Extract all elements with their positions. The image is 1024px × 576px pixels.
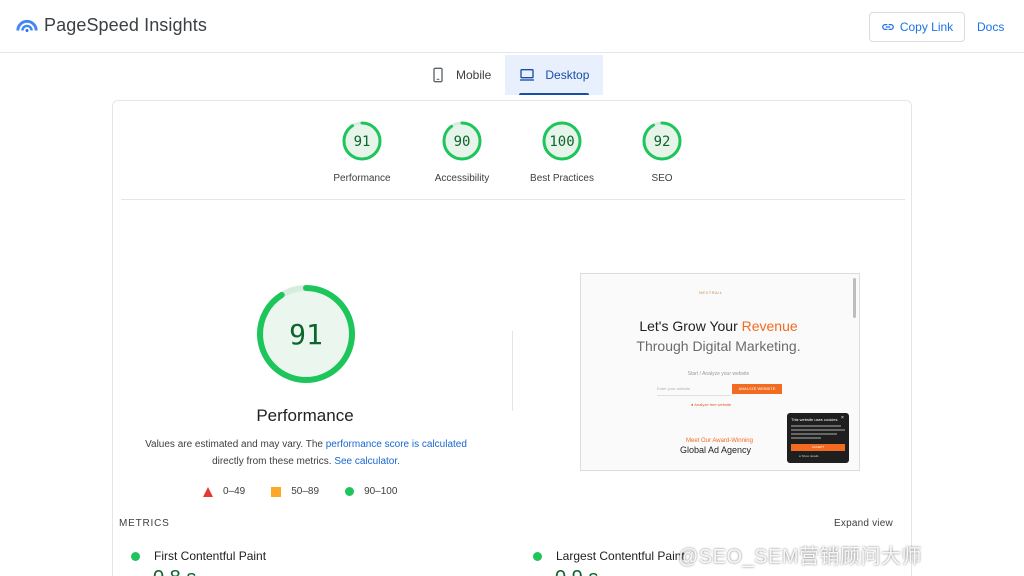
tab-desktop[interactable]: Desktop: [505, 55, 604, 95]
metric-value: 0.8 s: [153, 567, 196, 576]
metric-label: Largest Contentful Paint: [556, 549, 685, 563]
gauge-label: Performance: [333, 173, 391, 184]
pass-circle-icon: [533, 551, 542, 561]
legend-pass: 90–100: [345, 486, 397, 497]
cookie-accept: ACCEPT: [791, 444, 845, 451]
brand[interactable]: PageSpeed Insights: [16, 14, 207, 36]
metric-label: First Contentful Paint: [154, 549, 267, 563]
copy-link-button[interactable]: Copy Link: [869, 12, 965, 42]
site-button: ANALYZE WEBSITE: [732, 384, 782, 394]
score-legend: 0–49 50–89 90–100: [203, 486, 423, 497]
gauge-performance[interactable]: 91 Performance: [312, 120, 412, 184]
gauge-score: 92: [654, 134, 671, 150]
legend-label: 50–89: [291, 486, 320, 497]
cookie-text-line: [791, 437, 821, 439]
site-logo: NEXTRAIL: [699, 290, 723, 295]
performance-title: Performance: [256, 406, 354, 425]
performance-note: Values are estimated and may vary. The p…: [141, 436, 471, 470]
close-icon: ×: [841, 415, 844, 421]
device-tabs: Mobile Desktop: [416, 55, 604, 95]
see-calculator-link[interactable]: See calculator.: [334, 456, 400, 467]
divider: [512, 331, 513, 411]
square-icon: [271, 486, 282, 497]
screenshot-scrollbar: [853, 278, 856, 318]
gauge-accessibility[interactable]: 90 Accessibility: [412, 120, 512, 184]
cookie-banner: This website uses cookies × ACCEPT ● Sho…: [787, 413, 849, 463]
legend-label: 0–49: [223, 486, 246, 497]
gauge-score: 90: [454, 134, 471, 150]
metric-lcp[interactable]: Largest Contentful Paint: [533, 549, 685, 563]
score-ring-icon: 92: [642, 121, 682, 161]
legend-label: 90–100: [364, 486, 398, 497]
legend-fail: 0–49: [203, 486, 245, 497]
tab-mobile-label: Mobile: [456, 68, 492, 82]
note-text: Values are estimated and may vary. The: [145, 439, 326, 450]
tab-mobile[interactable]: Mobile: [416, 55, 505, 95]
page-screenshot[interactable]: NEXTRAIL Let's Grow Your Revenue Through…: [580, 273, 860, 471]
cookie-details: ● Show details: [799, 454, 819, 458]
performance-score: 91: [289, 318, 323, 351]
report-card: 91 Performance 90 Accessibility 100 Best…: [112, 100, 912, 576]
smartphone-icon: [433, 67, 443, 83]
site-tag: Meet Our Award-Winning: [686, 438, 753, 444]
cookie-text-line: [791, 425, 841, 427]
headline-accent: Revenue: [741, 318, 798, 334]
score-calculated-link[interactable]: performance score is calculated: [326, 439, 467, 450]
site-small-link: ● Analyze free website: [691, 402, 732, 407]
legend-average: 50–89: [271, 486, 319, 497]
metric-value: 0.9 s: [555, 567, 598, 576]
top-bar: PageSpeed Insights Copy Link Docs: [0, 0, 1024, 53]
docs-link[interactable]: Docs: [977, 20, 1004, 34]
triangle-icon: [203, 486, 213, 497]
site-subhead: Through Digital Marketing.: [636, 338, 801, 354]
gauge-score: 100: [549, 134, 574, 150]
gauge-label: Accessibility: [434, 173, 490, 184]
performance-score-gauge: 91: [257, 285, 355, 383]
site-agency: Global Ad Agency: [680, 445, 752, 455]
watermark: @SEO_SEM营销顾问大师: [678, 546, 923, 568]
score-ring-icon: 90: [442, 121, 482, 161]
metric-fcp[interactable]: First Contentful Paint: [131, 549, 266, 563]
desktop-icon: [520, 69, 535, 81]
gauge-seo[interactable]: 92 SEO: [612, 120, 712, 184]
score-ring-icon: 100: [542, 121, 582, 161]
copy-link-label: Copy Link: [899, 20, 954, 34]
headline-text: Let's Grow Your: [639, 318, 742, 334]
gauge-label: SEO: [651, 173, 673, 184]
note-text: directly from these metrics.: [212, 456, 335, 467]
circle-icon: [345, 487, 355, 496]
category-gauges: 91 Performance 90 Accessibility 100 Best…: [121, 101, 905, 200]
expand-view-toggle[interactable]: Expand view: [834, 518, 893, 529]
app-title: PageSpeed Insights: [44, 14, 207, 35]
pass-circle-icon: [131, 551, 140, 561]
cookie-text-line: [791, 433, 837, 435]
score-ring-icon: 91: [342, 121, 382, 161]
gauge-label: Best Practices: [530, 173, 594, 184]
site-input: Enter your website: [657, 386, 731, 396]
site-headline: Let's Grow Your Revenue: [581, 318, 856, 334]
pagespeed-logo-icon: [16, 19, 38, 32]
cookie-title: This website uses cookies: [791, 417, 838, 422]
gauge-score: 91: [354, 134, 371, 150]
cookie-text-line: [791, 429, 845, 431]
metrics-heading: METRICS: [119, 518, 170, 529]
link-icon: [881, 24, 894, 30]
tab-desktop-label: Desktop: [545, 68, 590, 82]
gauge-best-practices[interactable]: 100 Best Practices: [512, 120, 612, 184]
site-prompt: Start / Analyze your website: [687, 371, 750, 377]
